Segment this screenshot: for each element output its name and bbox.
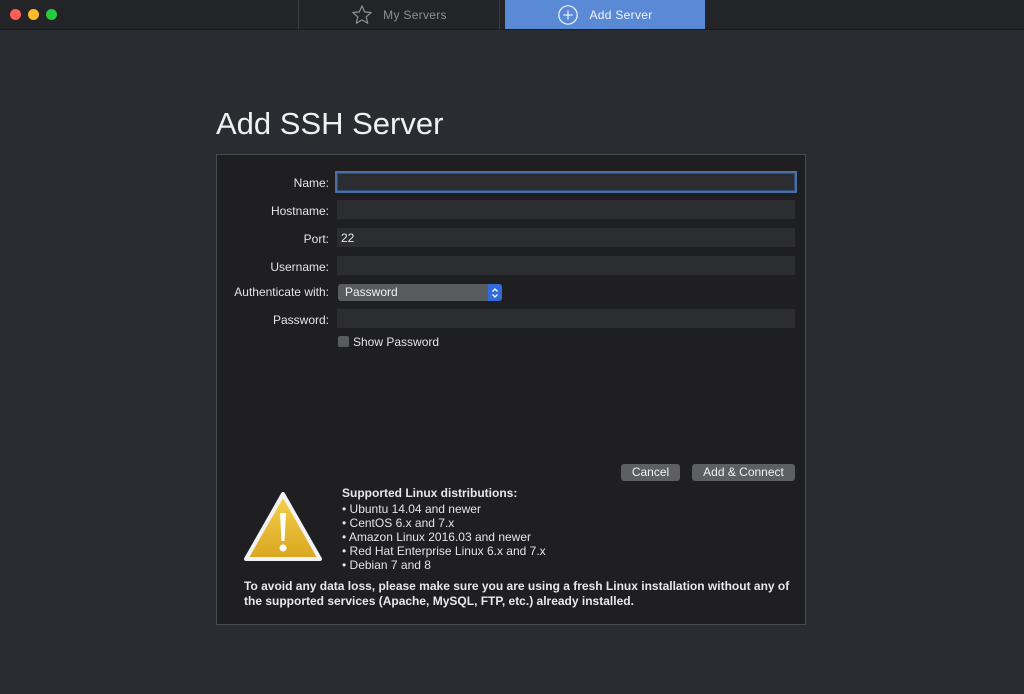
list-item: Debian 7 and 8: [342, 558, 546, 572]
distributions-heading: Supported Linux distributions:: [342, 486, 518, 500]
port-label: Port:: [303, 232, 329, 246]
maximize-window-button[interactable]: [46, 9, 57, 20]
title-bar: My Servers Add Server: [0, 0, 1024, 30]
minimize-window-button[interactable]: [28, 9, 39, 20]
hostname-field[interactable]: [337, 200, 795, 219]
show-password-checkbox[interactable]: [338, 336, 349, 347]
tab-label: Add Server: [589, 7, 653, 22]
page-title: Add SSH Server: [216, 106, 444, 141]
tab-add-server[interactable]: Add Server: [505, 0, 705, 29]
add-server-form-panel: Name: Hostname: Port: Username: Authenti…: [216, 154, 806, 625]
show-password-label[interactable]: Show Password: [353, 335, 439, 349]
add-connect-button[interactable]: Add & Connect: [692, 464, 795, 481]
port-field[interactable]: [337, 228, 795, 247]
distributions-list: Ubuntu 14.04 and newer CentOS 6.x and 7.…: [342, 502, 546, 572]
password-label: Password:: [272, 313, 329, 327]
cancel-button[interactable]: Cancel: [621, 464, 680, 481]
name-field[interactable]: [335, 171, 797, 193]
auth-method-select[interactable]: Password: [338, 284, 502, 301]
list-item: Amazon Linux 2016.03 and newer: [342, 530, 546, 544]
star-icon: [351, 4, 373, 26]
list-item: Red Hat Enterprise Linux 6.x and 7.x: [342, 544, 546, 558]
chevron-updown-icon: [488, 284, 502, 301]
data-loss-notice: To avoid any data loss, please make sure…: [244, 579, 790, 608]
warning-icon: [243, 491, 323, 568]
username-label: Username:: [270, 260, 329, 274]
list-item: Ubuntu 14.04 and newer: [342, 502, 546, 516]
close-window-button[interactable]: [10, 9, 21, 20]
auth-method-label: Authenticate with:: [234, 285, 329, 299]
username-field[interactable]: [337, 256, 795, 275]
auth-method-value: Password: [345, 285, 398, 299]
name-label: Name:: [293, 176, 329, 190]
tab-my-servers[interactable]: My Servers: [298, 0, 500, 29]
hostname-label: Hostname:: [270, 204, 329, 218]
list-item: CentOS 6.x and 7.x: [342, 516, 546, 530]
password-field[interactable]: [337, 309, 795, 328]
plus-circle-icon: [557, 4, 579, 26]
tab-label: My Servers: [383, 7, 447, 22]
